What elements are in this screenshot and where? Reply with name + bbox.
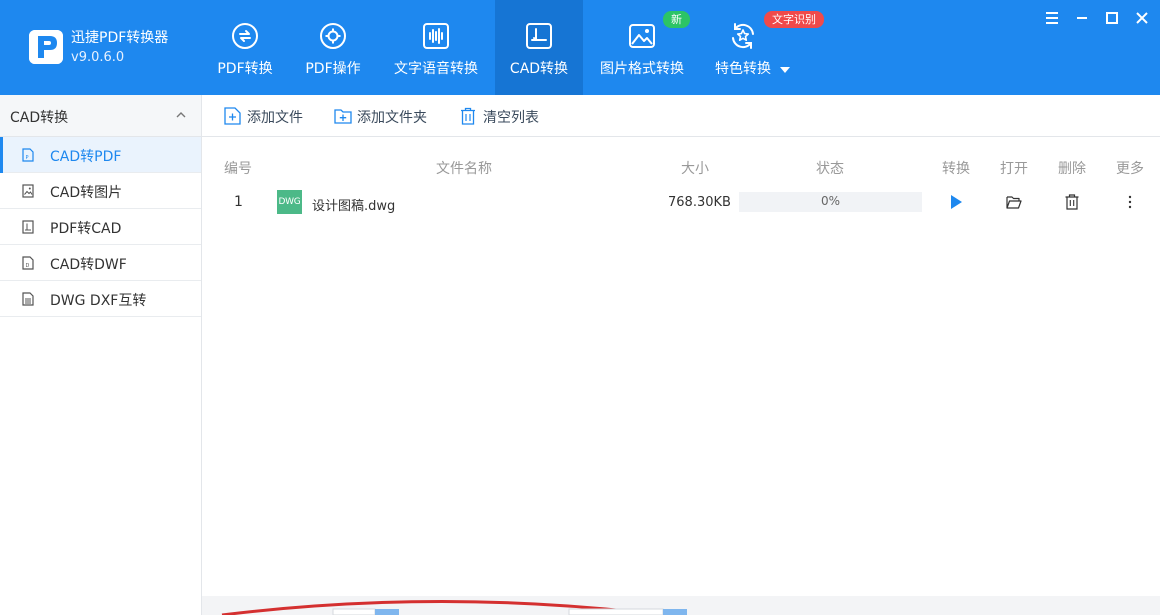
header-index: 编号 — [224, 161, 252, 177]
tab-label: PDF转换 — [217, 61, 273, 77]
dwg-file-icon: DWG — [277, 190, 302, 214]
play-icon[interactable] — [947, 193, 965, 211]
add-folder-icon — [334, 109, 352, 124]
progress-text: 0% — [820, 194, 841, 208]
tab-label: 图片格式转换 — [600, 61, 684, 77]
header-convert: 转换 — [942, 161, 970, 177]
header-more: 更多 — [1116, 161, 1144, 177]
ocr-badge[interactable]: 文字识别 — [764, 11, 824, 28]
add-file-button[interactable]: 添加文件 — [224, 106, 334, 126]
open-folder-icon[interactable] — [1005, 193, 1023, 211]
sidebar-item-cad-to-dwf[interactable]: D CAD转DWF — [0, 245, 201, 281]
chevron-up-icon[interactable] — [175, 109, 187, 121]
gear-circle-icon — [320, 23, 346, 49]
tab-cad-convert[interactable]: CAD转换 — [495, 0, 583, 95]
trash-icon — [461, 107, 475, 125]
new-badge: 新 — [663, 11, 690, 28]
tab-pdf-operate[interactable]: PDF操作 — [291, 0, 375, 95]
add-folder-label: 添加文件夹 — [357, 110, 427, 126]
sidebar-item-dwg-dxf[interactable]: DWG DXF互转 — [0, 281, 201, 317]
file-name: 设计图稿.dwg — [312, 199, 396, 214]
menu-icon[interactable] — [1042, 8, 1062, 28]
svg-text:D: D — [26, 263, 30, 269]
caret-down-icon[interactable] — [779, 66, 791, 74]
clear-list-label: 清空列表 — [483, 110, 539, 126]
clear-list-button[interactable]: 清空列表 — [460, 106, 560, 126]
app-name: 迅捷PDF转换器 — [71, 30, 169, 46]
bottom-settings-bar — [202, 596, 1160, 615]
sidebar-title: CAD转换 — [10, 110, 69, 126]
annotation-ellipse — [221, 600, 687, 615]
sidebar-item-label: DWG DXF互转 — [50, 293, 147, 309]
add-folder-button[interactable]: 添加文件夹 — [334, 106, 444, 126]
tab-label: 特色转换 — [715, 61, 771, 77]
svg-text:P: P — [26, 155, 29, 161]
close-icon[interactable] — [1132, 8, 1152, 28]
progress-bar: 0% — [739, 192, 922, 212]
sidebar-item-cad-to-image[interactable]: CAD转图片 — [0, 173, 201, 209]
delete-icon[interactable] — [1063, 193, 1081, 211]
header-open: 打开 — [1000, 161, 1028, 177]
cad-file-icon — [22, 220, 34, 234]
row-index: 1 — [234, 194, 243, 210]
sidebar-item-label: PDF转CAD — [50, 221, 122, 237]
cad-icon — [526, 23, 552, 49]
tab-pdf-convert[interactable]: PDF转换 — [203, 0, 287, 95]
add-file-icon — [224, 107, 241, 125]
tab-label: 文字语音转换 — [394, 61, 478, 77]
header-name: 文件名称 — [436, 161, 492, 177]
image-icon — [629, 24, 655, 48]
tab-text-voice[interactable]: 文字语音转换 — [386, 0, 486, 95]
more-icon[interactable] — [1121, 193, 1139, 211]
app-version: v9.0.6.0 — [71, 50, 125, 65]
header-size: 大小 — [681, 161, 709, 177]
minimize-icon[interactable] — [1072, 8, 1092, 28]
toolbar: 添加文件 添加文件夹 清空列表 — [202, 95, 1160, 137]
app-logo-icon — [29, 30, 63, 64]
tab-label: CAD转换 — [509, 61, 569, 77]
add-file-label: 添加文件 — [247, 110, 303, 126]
header-status: 状态 — [816, 161, 844, 177]
sidebar-header[interactable]: CAD转换 — [0, 95, 201, 137]
pdf-file-icon: P — [22, 148, 34, 162]
refresh-doc-icon — [232, 23, 258, 49]
sidebar-item-pdf-to-cad[interactable]: PDF转CAD — [0, 209, 201, 245]
star-cycle-icon — [732, 23, 754, 49]
file-size: 768.30KB — [668, 195, 731, 210]
sidebar-item-label: CAD转PDF — [50, 149, 122, 165]
sidebar-item-label: CAD转图片 — [50, 185, 123, 201]
list-file-icon — [22, 292, 34, 306]
audio-wave-icon — [423, 23, 449, 49]
top-bar: 迅捷PDF转换器 v9.0.6.0 PDF转换 PDF操作 文字语音转换 CAD… — [0, 0, 1160, 95]
dwf-file-icon: D — [22, 256, 34, 270]
image-file-icon — [22, 184, 34, 198]
maximize-icon[interactable] — [1102, 8, 1122, 28]
sidebar-item-label: CAD转DWF — [50, 257, 127, 273]
sidebar: CAD转换 P CAD转PDF CAD转图片 PDF转CAD D CAD转DWF — [0, 95, 202, 615]
tab-label: PDF操作 — [305, 61, 361, 77]
header-delete: 删除 — [1058, 161, 1086, 177]
sidebar-item-cad-to-pdf[interactable]: P CAD转PDF — [0, 137, 201, 173]
